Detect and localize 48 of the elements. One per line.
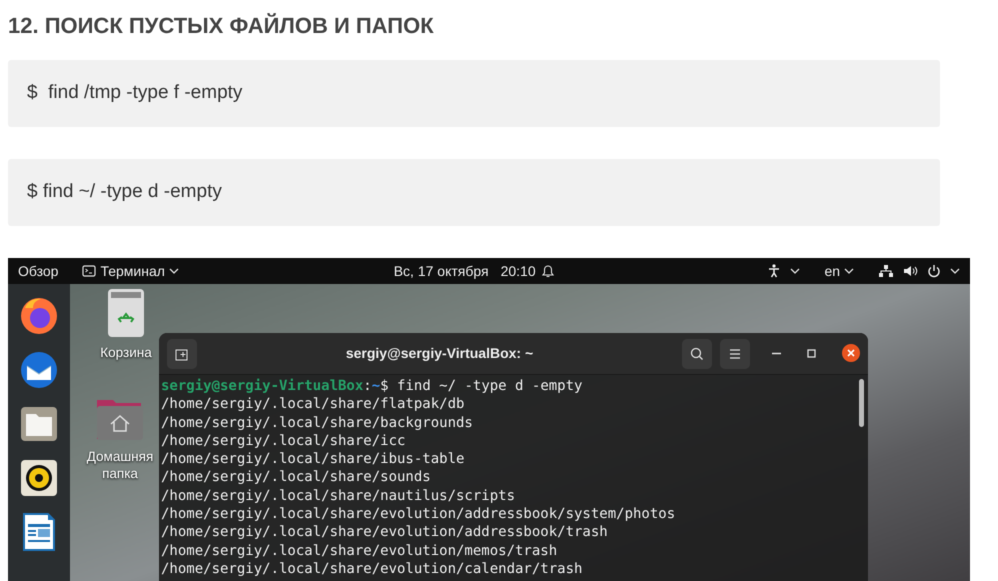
output-line: /home/sergiy/.local/share/flatpak/db (161, 395, 464, 414)
search-button[interactable] (682, 338, 712, 368)
maximize-icon (807, 348, 816, 358)
chevron-down-icon (168, 268, 179, 274)
app-menu[interactable]: Терминал (82, 260, 179, 282)
prompt-line: sergiy@sergiy-VirtualBox:~$ find ~/ -type d -empty (161, 377, 582, 396)
system-menu[interactable] (878, 264, 960, 278)
power-icon (927, 264, 942, 278)
desktop-icon[interactable]: Домашняя папка (82, 394, 158, 482)
bell-icon (542, 264, 554, 278)
minimize-icon (772, 352, 781, 355)
language-menu[interactable]: en (824, 260, 854, 282)
accessibility-menu[interactable] (768, 264, 800, 278)
close-icon (842, 344, 860, 362)
output-line: /home/sergiy/.local/share/evolution/addressbook/trash (161, 523, 608, 542)
output-line: /home/sergiy/.local/share/evolution/addressbook/system/photos (161, 505, 676, 524)
folder-icon[interactable] (19, 404, 59, 444)
scrollbar-thumb[interactable] (859, 379, 864, 427)
desktop-icon[interactable]: Корзина (88, 288, 164, 361)
output-line: /home/sergiy/.local/share/evolution/calendar/trash (161, 560, 582, 578)
menu-icon (729, 348, 741, 360)
code-block: $ find /tmp -type f -empty (8, 60, 940, 127)
network-icon (878, 264, 894, 278)
output-line: /home/sergiy/.local/share/nautilus/scripts (161, 486, 516, 506)
speaker-icon[interactable] (19, 458, 59, 498)
mail-client-icon[interactable] (19, 350, 59, 390)
output-line: /home/sergiy/.local/share/icc (161, 432, 406, 450)
output-line: /home/sergiy/.local/share/sounds (161, 468, 431, 487)
trash-icon (107, 288, 145, 338)
window-title: sergiy@sergiy-VirtualBox: ~ (344, 344, 534, 363)
chevron-down-icon (950, 268, 960, 274)
code-block: $ find ~/ -type d -empty (8, 159, 940, 226)
output-line: /home/sergiy/.local/share/ibus-table (161, 450, 464, 468)
section-heading: 12. ПОИСК ПУСТЫХ ФАЙЛОВ И ПАПОК (8, 12, 435, 40)
terminal-icon (82, 265, 96, 277)
chevron-down-icon (844, 268, 854, 274)
output-line: /home/sergiy/.local/share/backgrounds (161, 414, 473, 432)
menu-button[interactable] (720, 338, 750, 368)
output-line: /home/sergiy/.local/share/evolution/memos/trash (161, 542, 558, 560)
chevron-down-icon (790, 268, 800, 274)
new-tab-icon (175, 346, 189, 360)
accessibility-icon (768, 264, 780, 278)
clock[interactable]: Вс, 17 октября 20:10 (394, 260, 554, 282)
activities-button[interactable]: Обзор (18, 260, 58, 282)
new-tab-button[interactable] (167, 338, 197, 368)
volume-icon (903, 264, 918, 278)
search-icon (690, 346, 704, 360)
browser-icon[interactable] (19, 296, 59, 336)
